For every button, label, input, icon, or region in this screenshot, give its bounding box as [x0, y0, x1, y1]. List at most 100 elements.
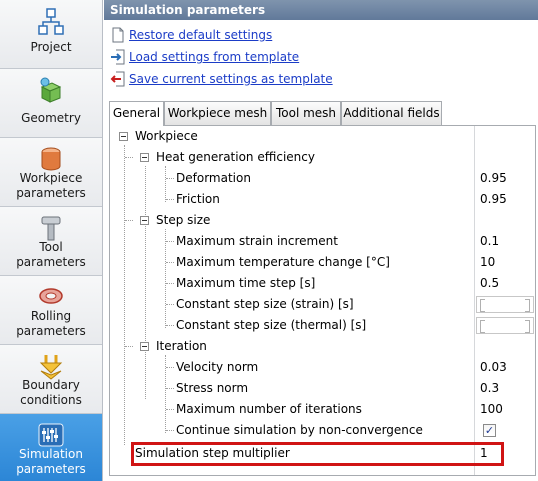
property-row-const-step-thermal[interactable]: Constant step size (thermal) [s]: [110, 315, 535, 336]
tab-general[interactable]: General: [109, 101, 164, 126]
property-label: Constant step size (thermal) [s]: [176, 318, 367, 332]
tree-line: [166, 388, 174, 389]
restore-defaults-label: Restore default settings: [129, 28, 273, 42]
property-label: Maximum temperature change [°C]: [176, 255, 390, 269]
tree-line: [125, 220, 133, 221]
tab-workpiece-mesh[interactable]: Workpiece mesh: [164, 101, 271, 125]
sidebar-item-label: Boundary: [22, 378, 80, 392]
tree-line: [166, 283, 174, 284]
tree-node-iteration[interactable]: Iteration: [110, 336, 535, 357]
sidebar-item-boundary[interactable]: Boundary conditions: [0, 345, 102, 414]
property-value[interactable]: 0.3: [480, 378, 499, 399]
continue-checkbox[interactable]: ✓: [483, 424, 496, 437]
save-arrow-icon: [110, 71, 125, 87]
sidebar-item-label: Simulation: [19, 447, 83, 461]
collapse-icon[interactable]: [119, 132, 128, 141]
property-row-continue-simulation[interactable]: Continue simulation by non-convergence ✓: [110, 420, 535, 441]
geometry-icon: [40, 77, 62, 103]
boundary-icon: [39, 355, 63, 380]
property-label: Maximum number of iterations: [176, 402, 362, 416]
tree-line: [166, 199, 174, 200]
empty-value-field[interactable]: [476, 296, 534, 313]
property-row-max-strain[interactable]: Maximum strain increment 0.1: [110, 231, 535, 252]
property-row-max-iterations[interactable]: Maximum number of iterations 100: [110, 399, 535, 420]
highlight-box: [131, 442, 504, 466]
empty-value-field[interactable]: [476, 317, 534, 334]
property-value[interactable]: 0.95: [480, 168, 507, 189]
rolling-icon: [39, 288, 63, 304]
sidebar-item-label: parameters: [16, 324, 86, 338]
node-label: Heat generation efficiency: [156, 150, 315, 164]
sidebar-item-workpiece[interactable]: Workpiece parameters: [0, 138, 102, 207]
sidebar-item-rolling[interactable]: Rolling parameters: [0, 276, 102, 345]
save-template-link[interactable]: Save current settings as template: [110, 70, 333, 88]
panel-title: Simulation parameters: [104, 0, 538, 20]
property-value[interactable]: 10: [480, 252, 495, 273]
workpiece-icon: [41, 147, 61, 171]
tree-line: [166, 430, 174, 431]
property-label: Deformation: [176, 171, 251, 185]
tree-node-step-size[interactable]: Step size: [110, 210, 535, 231]
node-label: Step size: [156, 213, 211, 227]
sidebar-item-label: Project: [30, 40, 72, 54]
project-icon: [38, 8, 64, 35]
tree-node-heat-generation[interactable]: Heat generation efficiency: [110, 147, 535, 168]
tree-line: [166, 325, 174, 326]
property-label: Constant step size (strain) [s]: [176, 297, 354, 311]
sidebar-item-label: Workpiece: [19, 171, 83, 185]
property-value[interactable]: 0.5: [480, 273, 499, 294]
sidebar-item-label: parameters: [16, 186, 86, 200]
sidebar-item-label: Rolling: [30, 309, 72, 323]
property-grid: Workpiece Heat generation efficiency Def…: [109, 125, 536, 476]
sidebar-item-label: Tool: [39, 240, 63, 254]
sidebar-item-tool[interactable]: Tool parameters: [0, 207, 102, 276]
load-arrow-icon: [111, 49, 125, 65]
sidebar-item-simulation[interactable]: Simulation parameters: [0, 414, 102, 481]
property-label: Friction: [176, 192, 220, 206]
sidebar: Project Geometry Workpiece parameters To…: [0, 0, 103, 481]
tree-node-workpiece[interactable]: Workpiece: [110, 126, 535, 147]
sidebar-item-label: parameters: [16, 462, 86, 476]
collapse-icon[interactable]: [140, 342, 149, 351]
property-row-stress-norm[interactable]: Stress norm 0.3: [110, 378, 535, 399]
tree-line: [166, 304, 174, 305]
property-row-const-step-strain[interactable]: Constant step size (strain) [s]: [110, 294, 535, 315]
save-template-label: Save current settings as template: [129, 72, 333, 86]
property-label: Maximum strain increment: [176, 234, 338, 248]
sidebar-item-label: Geometry: [21, 111, 81, 125]
sidebar-item-geometry[interactable]: Geometry: [0, 69, 102, 138]
simulation-icon: [38, 423, 64, 447]
collapse-icon[interactable]: [140, 216, 149, 225]
tree-line: [125, 157, 133, 158]
property-label: Maximum time step [s]: [176, 276, 316, 290]
load-template-label: Load settings from template: [129, 50, 300, 64]
tree-line: [125, 346, 133, 347]
property-value[interactable]: 0.95: [480, 189, 507, 210]
property-value[interactable]: 0.03: [480, 357, 507, 378]
property-label: Velocity norm: [176, 360, 259, 374]
property-value[interactable]: 100: [480, 399, 503, 420]
property-label: Stress norm: [176, 381, 249, 395]
property-row-max-temperature[interactable]: Maximum temperature change [°C] 10: [110, 252, 535, 273]
property-label: Continue simulation by non-convergence: [176, 423, 423, 437]
tab-additional-fields[interactable]: Additional fields: [341, 101, 442, 125]
tool-icon: [41, 216, 61, 241]
sidebar-item-label: conditions: [20, 393, 82, 407]
property-value[interactable]: 0.1: [480, 231, 499, 252]
property-row-friction[interactable]: Friction 0.95: [110, 189, 535, 210]
main-panel: Simulation parameters Restore default se…: [104, 0, 538, 481]
tree-line: [166, 178, 174, 179]
collapse-icon[interactable]: [140, 153, 149, 162]
sidebar-item-label: parameters: [16, 255, 86, 269]
property-row-deformation[interactable]: Deformation 0.95: [110, 168, 535, 189]
restore-defaults-link[interactable]: Restore default settings: [110, 26, 272, 44]
load-template-link[interactable]: Load settings from template: [110, 48, 299, 66]
tree-line: [166, 262, 174, 263]
property-row-max-time-step[interactable]: Maximum time step [s] 0.5: [110, 273, 535, 294]
tab-tool-mesh[interactable]: Tool mesh: [271, 101, 341, 125]
node-label: Workpiece: [135, 129, 198, 143]
tree-line: [166, 241, 174, 242]
document-icon: [112, 27, 124, 43]
sidebar-item-project[interactable]: Project: [0, 0, 102, 69]
property-row-velocity-norm[interactable]: Velocity norm 0.03: [110, 357, 535, 378]
